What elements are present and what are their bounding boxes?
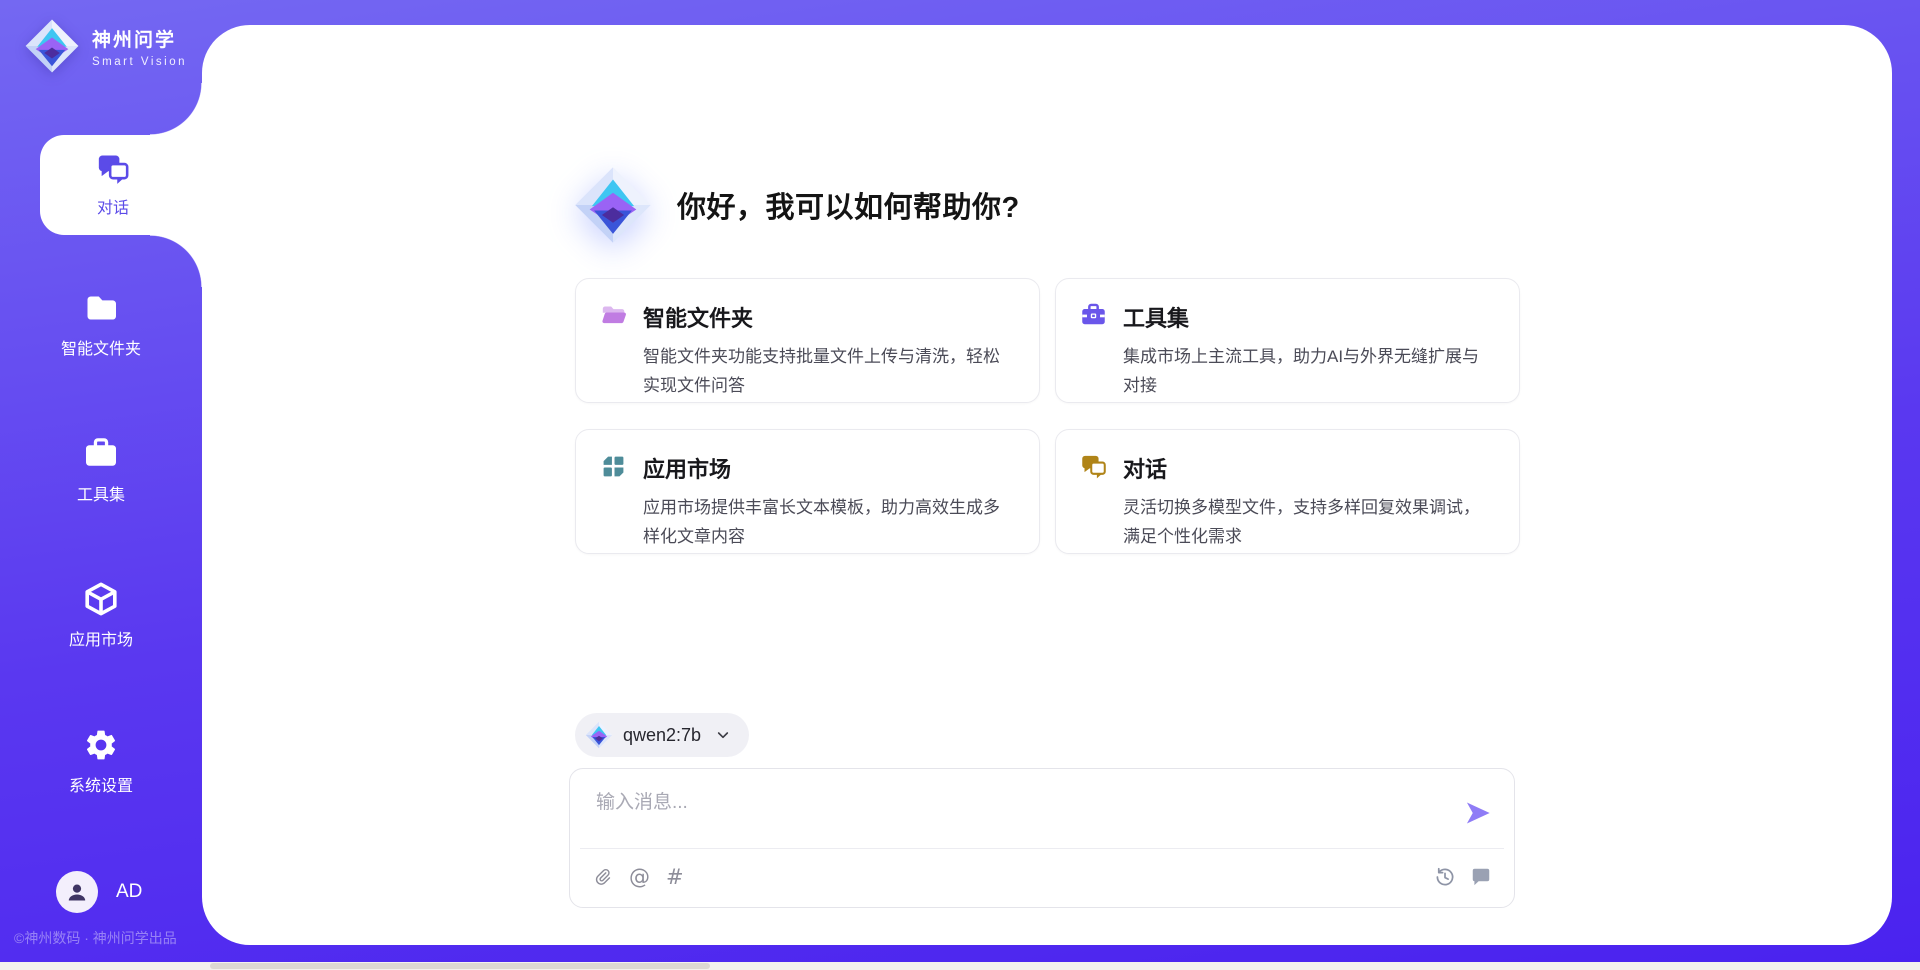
hashtag-button[interactable]: # [666,867,684,888]
sidebar-item-label: 系统设置 [69,772,133,796]
avatar [56,871,98,913]
model-selector[interactable]: qwen2:7b [575,713,749,757]
history-button[interactable] [1434,866,1456,888]
conversation-button[interactable] [1470,866,1492,888]
user-initials: AD [116,881,142,903]
card-desc: 灵活切换多模型文件，支持多样回复效果调试，满足个性化需求 [1123,493,1495,551]
card-desc: 集成市场上主流工具，助力AI与外界无缝扩展与对接 [1123,342,1495,400]
card-title: 智能文件夹 [643,301,1015,333]
sidebar-item-app-market[interactable]: 应用市场 [0,581,202,650]
toolbox-icon [83,436,119,472]
grid-icon [600,453,627,480]
chat-icon [96,152,130,186]
card-title: 工具集 [1123,301,1495,333]
card-title: 应用市场 [643,452,1015,484]
folder-open-icon [600,302,627,329]
greeting-text: 你好，我可以如何帮助你? [677,184,1020,226]
card-desc: 智能文件夹功能支持批量文件上传与清洗，轻松实现文件问答 [643,342,1015,400]
brand-logo-icon [24,18,80,74]
greeting: 你好，我可以如何帮助你? [573,165,1020,245]
feature-cards: 智能文件夹 智能文件夹功能支持批量文件上传与清洗，轻松实现文件问答 工具集 集成… [575,278,1520,554]
model-logo-icon [585,721,613,749]
greeting-logo-icon [573,165,653,245]
chat-icon [1080,453,1107,480]
card-app-market[interactable]: 应用市场 应用市场提供丰富长文本模板，助力高效生成多样化文章内容 [575,429,1040,554]
sidebar-item-label: 智能文件夹 [61,335,141,359]
sidebar-item-smart-folder[interactable]: 智能文件夹 [0,290,202,359]
toolbox-icon [1080,302,1107,329]
card-desc: 应用市场提供丰富长文本模板，助力高效生成多样化文章内容 [643,493,1015,551]
model-name: qwen2:7b [623,725,701,746]
main-panel: 你好，我可以如何帮助你? 智能文件夹 智能文件夹功能支持批量文件上传与清洗，轻松… [202,25,1892,945]
send-icon [1464,799,1492,827]
brand: 神州问学 Smart Vision [24,18,187,74]
sidebar-item-label: 应用市场 [69,626,133,650]
sidebar-item-label: 工具集 [77,481,125,505]
copyright-footer: ©神州数码 · 神州问学出品 [14,928,177,948]
card-toolset[interactable]: 工具集 集成市场上主流工具，助力AI与外界无缝扩展与对接 [1055,278,1520,403]
chevron-down-icon [715,727,731,743]
gear-icon [83,727,119,763]
horizontal-scrollbar[interactable] [0,962,1920,970]
brand-subtitle: Smart Vision [92,56,187,68]
card-chat[interactable]: 对话 灵活切换多模型文件，支持多样回复效果调试，满足个性化需求 [1055,429,1520,554]
scrollbar-thumb[interactable] [210,963,710,969]
user-profile[interactable]: AD [56,871,142,913]
sidebar-item-settings[interactable]: 系统设置 [0,727,202,796]
sidebar-item-chat[interactable]: 对话 [40,135,202,235]
brand-title: 神州问学 [92,25,187,52]
comment-icon [1470,866,1492,888]
mention-button[interactable]: @ [629,867,650,888]
sidebar-item-toolset[interactable]: 工具集 [0,436,202,505]
composer-toolbar: @ # [570,847,1514,907]
send-button[interactable] [1464,799,1492,827]
card-title: 对话 [1123,452,1495,484]
sidebar: 神州问学 Smart Vision 对话 智能文件夹 工具集 应用市场 系统设置… [0,0,202,970]
person-icon [65,880,89,904]
card-smart-folder[interactable]: 智能文件夹 智能文件夹功能支持批量文件上传与清洗，轻松实现文件问答 [575,278,1040,403]
attach-file-button[interactable] [592,867,613,888]
folder-icon [83,290,119,326]
message-input[interactable] [570,769,1514,845]
message-composer: @ # [569,768,1515,908]
history-icon [1434,866,1456,888]
sidebar-item-label: 对话 [97,194,129,218]
cube-icon [83,581,119,617]
paperclip-icon [592,867,613,888]
